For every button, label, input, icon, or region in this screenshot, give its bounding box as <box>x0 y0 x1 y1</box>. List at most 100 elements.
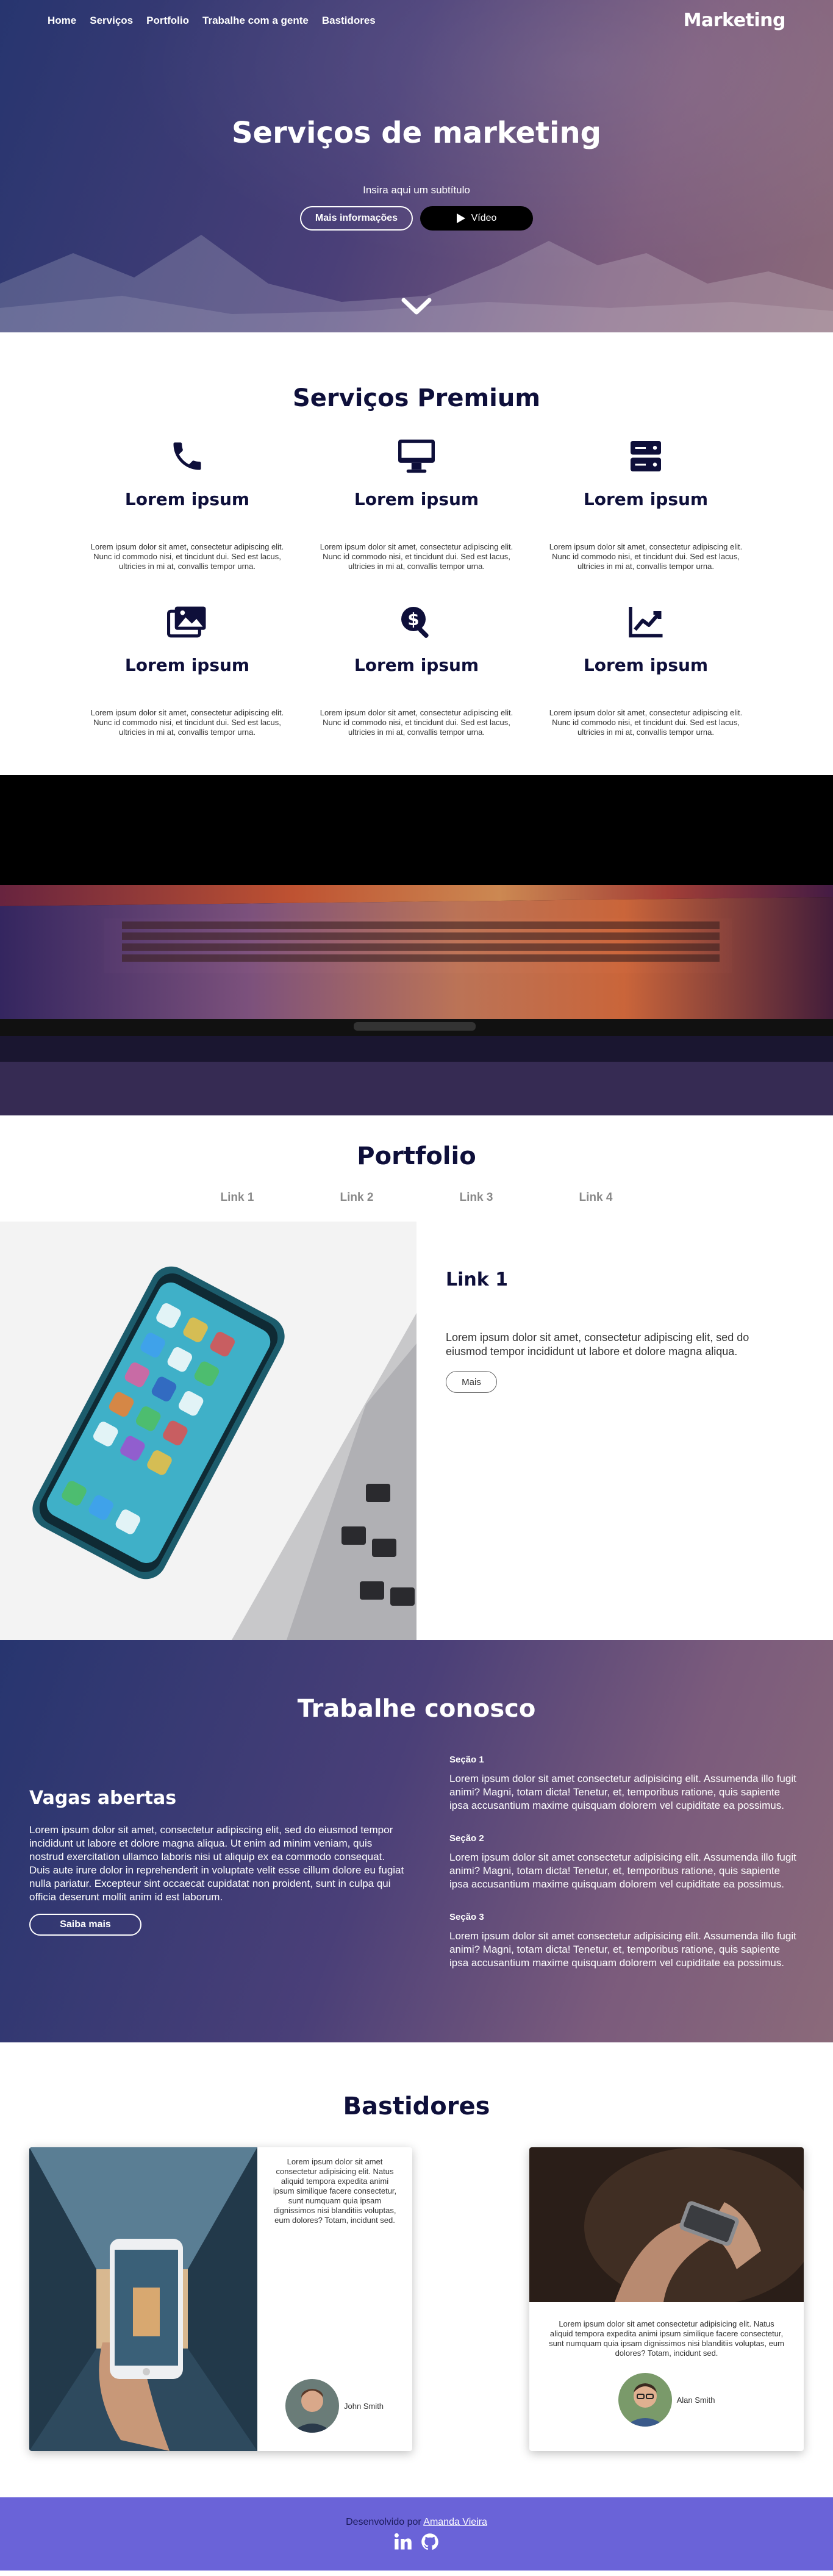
testimonial-card: Lorem ipsum dolor sit amet consectetur a… <box>29 2147 412 2451</box>
author-link[interactable]: Amanda Vieira <box>423 2517 487 2527</box>
work-section-title: Seção 2 <box>449 1833 484 1844</box>
services-grid: Lorem ipsum Lorem ipsum dolor sit amet, … <box>0 432 833 742</box>
tab-link-4[interactable]: Link 4 <box>536 1191 656 1204</box>
github-icon[interactable] <box>421 2533 439 2551</box>
service-card: Lorem ipsum Lorem ipsum dolor sit amet, … <box>82 432 293 576</box>
hands-phone-photo <box>529 2147 804 2302</box>
phone-laptop-illustration <box>0 1222 416 1640</box>
portfolio-image <box>0 1222 416 1640</box>
service-title: Lorem ipsum <box>583 489 709 509</box>
tab-link-3[interactable]: Link 3 <box>416 1191 536 1204</box>
open-positions-heading: Vagas abertas <box>29 1787 177 1809</box>
phone-icon <box>82 432 293 481</box>
service-title: Lorem ipsum <box>124 489 250 509</box>
avatar <box>285 2379 339 2433</box>
portfolio-content: Link 1 Lorem ipsum dolor sit amet, conse… <box>0 1222 833 1640</box>
hand-phone-photo <box>29 2147 257 2451</box>
work-section-title: Seção 3 <box>449 1912 484 1922</box>
nav-home[interactable]: Home <box>48 15 76 27</box>
testimonial-card: Lorem ipsum dolor sit amet consectetur a… <box>529 2147 804 2451</box>
service-card: Lorem ipsum Lorem ipsum dolor sit amet, … <box>82 598 293 742</box>
service-text: Lorem ipsum dolor sit amet, consectetur … <box>549 708 743 737</box>
images-icon <box>82 598 293 646</box>
work-section: Seção 1 Lorem ipsum dolor sit amet conse… <box>449 1755 799 1812</box>
behind-title: Bastidores <box>343 2092 490 2120</box>
portfolio-item-title: Link 1 <box>446 1269 509 1290</box>
card-image <box>529 2147 804 2302</box>
footer: Desenvolvido por Amanda Vieira <box>0 2497 833 2571</box>
service-title: Lorem ipsum <box>354 489 479 509</box>
svg-text:$: $ <box>407 610 419 629</box>
card-image <box>29 2147 257 2451</box>
tab-link-1[interactable]: Link 1 <box>177 1191 297 1204</box>
work-section: Seção 3 Lorem ipsum dolor sit amet conse… <box>449 1912 799 1970</box>
card-person: John Smith <box>285 2379 384 2433</box>
nav-behind-scenes[interactable]: Bastidores <box>322 15 376 27</box>
portfolio-section: Portfolio Link 1 Link 2 Link 3 Link 4 Li… <box>0 1115 833 1640</box>
credit-prefix: Desenvolvido por <box>346 2517 421 2527</box>
service-text: Lorem ipsum dolor sit amet, consectetur … <box>549 542 743 571</box>
work-section-text: Lorem ipsum dolor sit amet consectetur a… <box>449 1773 796 1811</box>
portfolio-item-text: Lorem ipsum dolor sit amet, consectetur … <box>446 1331 749 1358</box>
service-text: Lorem ipsum dolor sit amet, consectetur … <box>90 542 284 571</box>
work-section-title: Seção 1 <box>449 1755 484 1765</box>
services-title: Serviços Premium <box>292 384 541 412</box>
brand-logo[interactable]: Marketing <box>684 10 786 31</box>
service-card: Lorem ipsum Lorem ipsum dolor sit amet, … <box>540 432 751 576</box>
learn-more-button[interactable]: Saiba mais <box>29 1914 141 1936</box>
service-text: Lorem ipsum dolor sit amet, consectetur … <box>90 708 284 737</box>
nav-work-with-us[interactable]: Trabalhe com a gente <box>202 15 309 27</box>
work-content: Vagas abertas Lorem ipsum dolor sit amet… <box>0 1755 833 1991</box>
server-icon <box>540 432 751 481</box>
laptop-illustration <box>0 775 833 1115</box>
service-card: Lorem ipsum Lorem ipsum dolor sit amet, … <box>311 432 522 576</box>
card-text: Lorem ipsum dolor sit amet consectetur a… <box>549 2319 784 2358</box>
hero-subtitle: Insira aqui um subtítulo <box>363 184 470 196</box>
laptop-banner-image <box>0 775 833 1115</box>
service-title: Lorem ipsum <box>583 655 709 675</box>
chevron-down-icon[interactable] <box>401 298 432 316</box>
person-name: John Smith <box>344 2401 384 2411</box>
hero-buttons: Mais informações Vídeo <box>0 206 833 231</box>
portfolio-detail: Link 1 Lorem ipsum dolor sit amet, conse… <box>416 1222 833 1640</box>
portfolio-title: Portfolio <box>357 1142 476 1170</box>
more-button[interactable]: Mais <box>446 1371 497 1393</box>
video-button[interactable]: Vídeo <box>420 206 533 231</box>
hero-title: Serviços de marketing <box>231 116 602 150</box>
service-card: $ Lorem ipsum Lorem ipsum dolor sit amet… <box>311 598 522 742</box>
open-positions: Vagas abertas Lorem ipsum dolor sit amet… <box>29 1755 421 1991</box>
work-section-text: Lorem ipsum dolor sit amet consectetur a… <box>449 1930 796 1969</box>
service-card: Lorem ipsum Lorem ipsum dolor sit amet, … <box>540 598 751 742</box>
portfolio-tabs: Link 1 Link 2 Link 3 Link 4 <box>0 1191 833 1204</box>
card-body: Lorem ipsum dolor sit amet consectetur a… <box>529 2302 804 2427</box>
work-with-us-section: Trabalhe conosco Vagas abertas Lorem ips… <box>0 1640 833 2042</box>
work-sections: Seção 1 Lorem ipsum dolor sit amet conse… <box>421 1755 799 1991</box>
work-section-text: Lorem ipsum dolor sit amet consectetur a… <box>449 1852 796 1890</box>
play-icon <box>456 213 465 223</box>
service-text: Lorem ipsum dolor sit amet, consectetur … <box>320 708 513 737</box>
person-name: Alan Smith <box>676 2395 715 2405</box>
video-button-label: Vídeo <box>471 213 497 223</box>
nav-portfolio[interactable]: Portfolio <box>146 15 189 27</box>
desktop-icon <box>311 432 522 481</box>
more-info-button[interactable]: Mais informações <box>300 206 413 231</box>
linkedin-icon[interactable] <box>394 2533 412 2551</box>
nav-services[interactable]: Serviços <box>90 15 133 27</box>
tab-link-2[interactable]: Link 2 <box>297 1191 416 1204</box>
card-text: Lorem ipsum dolor sit amet consectetur a… <box>273 2157 397 2225</box>
service-title: Lorem ipsum <box>124 655 250 675</box>
work-title: Trabalhe conosco <box>297 1695 536 1723</box>
testimonial-cards: Lorem ipsum dolor sit amet consectetur a… <box>0 2147 833 2451</box>
chart-line-icon <box>540 598 751 646</box>
main-nav: Home Serviços Portfolio Trabalhe com a g… <box>48 15 376 27</box>
social-links <box>0 2533 833 2551</box>
footer-credit: Desenvolvido por Amanda Vieira <box>0 2517 833 2528</box>
open-positions-text: Lorem ipsum dolor sit amet, consectetur … <box>29 1824 404 1903</box>
behind-scenes-section: Bastidores Lorem ipsum dolor sit amet co… <box>0 2042 833 2497</box>
services-section: Serviços Premium Lorem ipsum Lorem ipsum… <box>0 332 833 775</box>
search-dollar-icon: $ <box>311 598 522 646</box>
card-person: Alan Smith <box>548 2373 785 2427</box>
card-body: Lorem ipsum dolor sit amet consectetur a… <box>257 2147 412 2451</box>
service-text: Lorem ipsum dolor sit amet, consectetur … <box>320 542 513 571</box>
avatar <box>618 2373 672 2427</box>
